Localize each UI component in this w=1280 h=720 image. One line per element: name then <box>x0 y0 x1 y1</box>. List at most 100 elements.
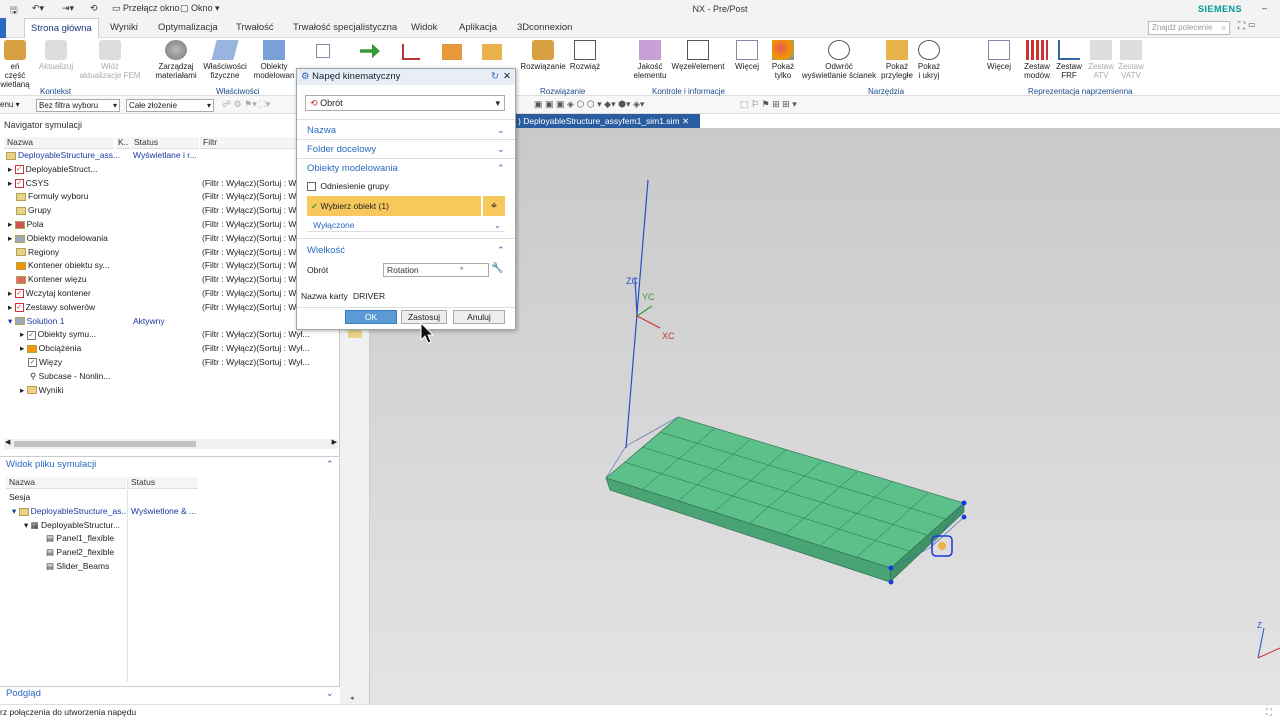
tree-row[interactable]: ▸ Obiekty modelowania (Filtr : Wyłącz)(So… <box>4 232 336 246</box>
ribbon-materials-button[interactable]: Zarządzaj materiałami <box>152 40 200 80</box>
ribbon-frf-set-button[interactable]: Zestaw FRF <box>1054 40 1084 80</box>
checkbox-icon[interactable]: ✓ <box>14 303 24 313</box>
group-reference-checkbox[interactable]: Odniesienie grupy <box>307 181 389 192</box>
tab-application[interactable]: Aplikacja <box>453 18 503 38</box>
select-object-row[interactable]: ✓ Wybierz obiekt (1) <box>307 196 481 216</box>
collapse-icon[interactable]: ⌃ <box>326 459 334 470</box>
chevron-up-icon[interactable]: ⌃ <box>497 245 505 256</box>
tree-row[interactable]: ▤ Slider_Beams <box>6 560 336 574</box>
checkbox-icon[interactable]: ✓ <box>14 289 24 299</box>
section-target-folder[interactable]: Folder docelowy <box>307 144 376 155</box>
expand-icon[interactable]: ⌄ <box>326 688 334 699</box>
checkbox-icon[interactable]: ✓ <box>26 330 36 340</box>
tree-row[interactable]: ▸ Wyniki <box>4 384 336 398</box>
wrench-icon[interactable]: 🔧 <box>491 263 503 274</box>
load-icon[interactable] <box>442 44 462 60</box>
constraint-icon[interactable] <box>402 44 420 60</box>
tree-row[interactable]: DeployableStructure_ass... Wyświetlane i … <box>4 149 336 163</box>
tree-row[interactable]: Regiony (Filtr : Wyłącz)(Sortuj : Wy <box>4 246 336 260</box>
checkbox-icon[interactable]: ✓ <box>28 358 37 368</box>
ribbon-more2-button[interactable]: Więcej <box>984 40 1014 71</box>
close-icon[interactable]: ✕ <box>682 116 689 126</box>
ribbon-update-button[interactable]: Aktualizuj <box>36 40 76 71</box>
close-icon[interactable]: ✕ <box>503 69 511 85</box>
solver-icon[interactable] <box>482 44 502 60</box>
section-model-objects[interactable]: Obiekty modelowania <box>307 163 398 174</box>
ribbon-vatv-set-button[interactable]: Zestaw VATV <box>1116 40 1146 80</box>
tree-row[interactable]: ▸ Pola (Filtr : Wyłącz)(Sortuj : Wy <box>4 218 336 232</box>
checkbox-icon[interactable]: ✓ <box>14 165 24 175</box>
chevron-up-icon[interactable]: ⌃ <box>497 163 505 174</box>
ribbon-atv-set-button[interactable]: Zestaw ATV <box>1086 40 1116 80</box>
ribbon-show-only-button[interactable]: Pokaż tylko <box>768 40 798 80</box>
ribbon-more-button[interactable]: Więcej <box>732 40 762 71</box>
crosshair-select-button[interactable]: ⌖ <box>483 196 505 216</box>
tree-row[interactable]: ▸ Obciążenia (Filtr : Wyłącz)(Sortuj : Wy… <box>4 342 336 356</box>
tree-row[interactable]: ▤ Panel1_flexible <box>6 532 336 546</box>
minimize-icon[interactable]: – <box>1262 3 1267 13</box>
chevron-down-icon[interactable]: ⌄ <box>497 125 505 136</box>
file-tab[interactable] <box>0 18 6 38</box>
selection-filter-dropdown[interactable]: Bez filtra wyboru ▾ <box>36 99 120 112</box>
tab-specialist-durability[interactable]: Trwałość specjalistyczna <box>287 18 403 38</box>
driver-type-dropdown[interactable]: ⟲ Obrót ▾ <box>305 95 505 111</box>
tree-row[interactable]: ▤ Panel2_flexible <box>6 546 336 560</box>
ribbon-solution-button[interactable]: Rozwiązanie <box>520 40 566 71</box>
command-search-input[interactable]: Znajdź polecenie ⌕ <box>1148 21 1230 35</box>
ribbon-insert-fem-button[interactable]: Włóż aktualizacje FEM <box>78 40 142 80</box>
tree-row[interactable]: ▸ ✓ Zestawy solwerów (Filtr : Wyłącz)(Sort… <box>4 301 336 315</box>
tab-home[interactable]: Strona główna <box>24 18 99 38</box>
chevron-down-icon[interactable]: ⌄ <box>497 144 505 155</box>
tree-row[interactable]: ▸ ✓ CSYS (Filtr : Wyłącz)(Sortuj : Wy <box>4 177 336 191</box>
ribbon-modeling-objects-button[interactable]: Obiekty modelowan <box>250 40 298 80</box>
col-k[interactable]: K.. <box>116 137 130 149</box>
view-toolbar-icons[interactable]: ▣ ▣ ▣ ◈ ⬡ ⬡ ▾ ◆▾ ⬢▾ ◈▾ <box>534 99 644 110</box>
fileview-title[interactable]: Widok pliku symulacji <box>6 459 96 470</box>
collapse-left-icon[interactable]: ◂ <box>350 694 354 702</box>
tree-row[interactable]: ⚲ Subcase - Nonlin... <box>4 370 336 384</box>
rotation-expression-input[interactable]: Rotation ° <box>383 263 489 277</box>
ribbon-solve-button[interactable]: Rozwiąż <box>568 40 602 71</box>
checkbox-icon[interactable] <box>307 182 316 192</box>
tab-3dconnexion[interactable]: 3Dconnexion <box>511 18 578 38</box>
fv-col-status[interactable]: Status <box>128 477 198 489</box>
tree-row[interactable]: ▾ DeployableStructure_as... Wyświetlone &… <box>6 505 336 519</box>
tab-view[interactable]: Widok <box>405 18 443 38</box>
ribbon-mode-set-button[interactable]: Zestaw modów <box>1022 40 1052 80</box>
fullscreen-icon[interactable]: ⛶ ▭ <box>1238 21 1256 32</box>
filter-icons[interactable]: ☍ ⚙ ⚑▾ ⛶▾ <box>222 99 270 110</box>
ok-button[interactable]: OK <box>345 310 397 324</box>
tree-row[interactable]: Formuły wyboru (Filtr : Wyłącz)(Sortuj : … <box>4 190 336 204</box>
assembly-scope-dropdown[interactable]: Całe złożenie ▾ <box>126 99 214 112</box>
tree-row[interactable]: ▾ Solution 1 Aktywny <box>4 315 336 329</box>
col-status[interactable]: Status <box>131 137 199 149</box>
tab-durability[interactable]: Trwałość <box>230 18 280 38</box>
fullscreen-icon[interactable]: ⛶ <box>1266 705 1272 720</box>
cancel-button[interactable]: Anuluj <box>453 310 505 324</box>
tab-optimization[interactable]: Optymalizacja <box>152 18 224 38</box>
fv-col-name[interactable]: Nazwa <box>6 477 126 489</box>
section-name[interactable]: Nazwa <box>307 125 336 136</box>
reset-icon[interactable]: ↻ <box>491 69 499 85</box>
tree-row[interactable]: Grupy (Filtr : Wyłącz)(Sortuj : Wy <box>4 204 336 218</box>
tree-row[interactable]: ✓ Więzy (Filtr : Wyłącz)(Sortuj : Wył... <box>4 356 336 370</box>
tab-results[interactable]: Wyniki <box>104 18 144 38</box>
ribbon-reverse-faces-button[interactable]: Odwróć wyświetlanie ścianek <box>800 40 878 80</box>
menu-button[interactable]: enu ▾ <box>0 100 20 109</box>
ribbon-element-quality-button[interactable]: Jakość elementu <box>632 40 668 80</box>
tree-row[interactable]: Kontener więzu (Filtr : Wyłącz)(Sortuj : … <box>4 273 336 287</box>
tree-row[interactable]: ▸ ✓ Wczytaj kontener (Filtr : Wyłącz)(Sort… <box>4 287 336 301</box>
tree-row[interactable]: ▾ ▦ DeployableStructur... <box>6 519 336 533</box>
horizontal-scrollbar[interactable]: ◀ ▶ <box>4 439 338 449</box>
ribbon-show-hide-button[interactable]: Pokaż i ukryj <box>914 40 944 80</box>
tree-row[interactable]: Sesja <box>6 491 336 505</box>
ribbon-node-element-button[interactable]: Węzeł/element <box>670 40 726 71</box>
checkbox-icon[interactable]: ✓ <box>14 178 24 188</box>
snap-toolbar-icons[interactable]: ⬚ ⚐ ⚑ ⊞ ⊞ ▾ <box>740 99 797 110</box>
ribbon-physical-props-button[interactable]: Właściwości fizyczne <box>200 40 250 80</box>
dialog-title-bar[interactable]: ⚙ Napęd kinematyczny ↻ ✕ <box>297 69 515 85</box>
tree-row[interactable]: Kontener obiektu sy... (Filtr : Wyłącz)(S… <box>4 259 336 273</box>
ribbon-show-adjacent-button[interactable]: Pokaż przyległe <box>880 40 914 80</box>
preview-panel[interactable]: Podgląd ⌄ <box>0 686 340 702</box>
tree-row[interactable]: ▸ ✓ Obiekty symu... (Filtr : Wyłącz)(Sortu… <box>4 328 336 342</box>
